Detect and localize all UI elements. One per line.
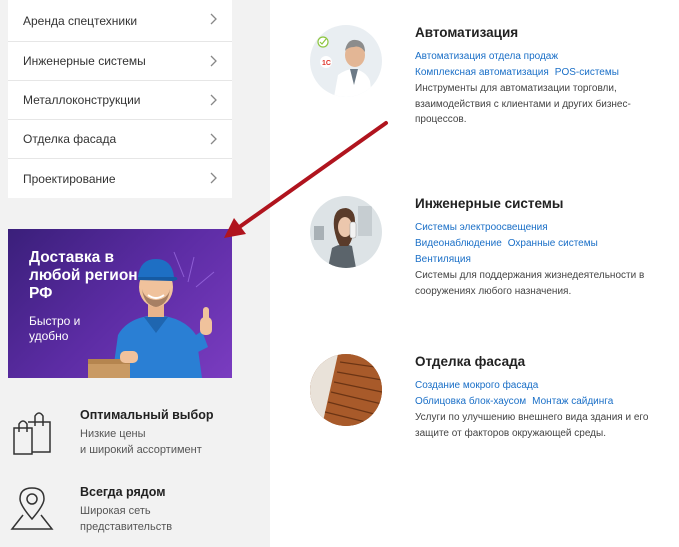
services-panel: 1C Автоматизация Автоматизация отдела пр…: [270, 0, 679, 547]
chevron-right-icon: [210, 133, 217, 145]
service-image-automation[interactable]: 1C: [310, 25, 382, 97]
service-facade: Отделка фасада Создание мокрого фасада О…: [310, 354, 670, 454]
link-sales-automation[interactable]: Автоматизация отдела продаж: [415, 51, 558, 62]
chevron-right-icon: [210, 13, 217, 25]
service-links: Создание мокрого фасада Облицовка блок-х…: [415, 378, 665, 410]
link-video-surveillance[interactable]: Видеонаблюдение: [415, 238, 502, 249]
service-description: Услуги по улучшению внешнего вида здания…: [415, 412, 649, 439]
service-links: Системы электроосвещения Видеонаблюдение…: [415, 220, 665, 268]
menu-item-design[interactable]: Проектирование: [8, 159, 232, 198]
menu-item-facade[interactable]: Отделка фасада: [8, 120, 232, 159]
feature-line: Низкие цены: [80, 428, 146, 440]
service-title: Инженерные системы: [415, 196, 564, 211]
menu-item-engineering[interactable]: Инженерные системы: [8, 42, 232, 81]
woman-intercom-illustration: [310, 196, 382, 268]
chevron-right-icon: [210, 55, 217, 67]
chevron-right-icon: [210, 172, 217, 184]
link-lighting[interactable]: Системы электроосвещения: [415, 222, 548, 233]
catalog-menu: Аренда спецтехники Инженерные системы Ме…: [8, 0, 232, 198]
service-description: Инструменты для автоматизации торговли, …: [415, 83, 631, 125]
map-pin-icon: [10, 487, 54, 530]
menu-item-label: Инженерные системы: [23, 54, 146, 68]
link-pos-systems[interactable]: POS-системы: [555, 67, 619, 78]
feature-title: Оптимальный выбор: [80, 408, 214, 422]
chevron-right-icon: [210, 94, 217, 106]
businessman-illustration: 1C: [310, 25, 382, 97]
service-links: Автоматизация отдела продаж Комплексная …: [415, 49, 665, 81]
link-complex-automation[interactable]: Комплексная автоматизация: [415, 67, 549, 78]
banner-title: Доставка в любой регион РФ: [29, 249, 138, 302]
shopping-bag-icon: [13, 412, 51, 455]
link-block-house[interactable]: Облицовка блок-хаусом: [415, 396, 526, 407]
wood-facade-illustration: [310, 354, 382, 426]
feature-line: и широкий ассортимент: [80, 444, 202, 456]
link-wet-facade[interactable]: Создание мокрого фасада: [415, 380, 538, 391]
menu-item-label: Аренда спецтехники: [23, 13, 138, 28]
menu-item-label: Металлоконструкции: [23, 93, 141, 107]
service-image-facade[interactable]: [310, 354, 382, 426]
service-title: Отделка фасада: [415, 354, 526, 369]
delivery-promo-banner[interactable]: Доставка в любой регион РФ Быстро и удоб…: [8, 229, 232, 378]
sidebar: Аренда спецтехники Инженерные системы Ме…: [0, 0, 270, 547]
svg-text:1C: 1C: [322, 60, 331, 67]
feature-line: представительств: [80, 521, 173, 533]
feature-title: Всегда рядом: [80, 485, 166, 499]
feature-always-near: Всегда рядом Широкая сеть представительс…: [8, 485, 258, 539]
service-image-engineering[interactable]: [310, 196, 382, 268]
service-title: Автоматизация: [415, 25, 519, 40]
menu-item-rental[interactable]: Аренда спецтехники: [8, 0, 232, 42]
banner-subtitle: Быстро и удобно: [29, 314, 81, 343]
service-description: Системы для поддержания жизнедеятельност…: [415, 270, 645, 297]
menu-item-label: Отделка фасада: [23, 132, 117, 146]
link-siding[interactable]: Монтаж сайдинга: [532, 396, 613, 407]
link-security-systems[interactable]: Охранные системы: [508, 238, 598, 249]
service-engineering: Инженерные системы Системы электроосвеще…: [310, 196, 670, 306]
link-ventilation[interactable]: Вентиляция: [415, 254, 471, 265]
menu-item-metal[interactable]: Металлоконструкции: [8, 81, 232, 120]
feature-line: Широкая сеть: [80, 505, 151, 517]
service-automation: 1C Автоматизация Автоматизация отдела пр…: [310, 25, 670, 135]
menu-item-label: Проектирование: [23, 171, 116, 186]
feature-optimal-choice: Оптимальный выбор Низкие цены и широкий …: [8, 408, 258, 462]
